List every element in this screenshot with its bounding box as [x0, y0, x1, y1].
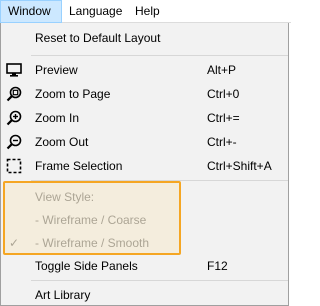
menu-item-zoom-in[interactable]: Zoom In Ctrl+= [1, 106, 288, 130]
menu-item-label: Toggle Side Panels [35, 259, 138, 273]
menu-window-label: Window [8, 4, 51, 18]
menu-item-frame-selection[interactable]: Frame Selection Ctrl+Shift+A [1, 154, 288, 178]
menu-item-label: Zoom In [35, 111, 80, 125]
menu-item-shortcut: Ctrl+= [207, 111, 240, 125]
menu-window[interactable]: Window [0, 0, 62, 23]
menu-item-label: Zoom Out [35, 135, 89, 149]
menu-item-art-library[interactable]: Art Library [1, 283, 288, 306]
menu-item-toggle-side-panels[interactable]: Toggle Side Panels F12 [1, 254, 288, 278]
window-menu-dropdown: Reset to Default Layout Preview Alt+P Zo… [0, 23, 289, 306]
monitor-icon [6, 62, 22, 78]
zoom-out-icon [6, 134, 22, 150]
menu-item-label: Frame Selection [35, 159, 123, 173]
menu-item-shortcut: Ctrl+- [207, 135, 237, 149]
menu-bar: Window Language Help [0, 0, 291, 23]
menu-item-shortcut: Alt+P [207, 63, 237, 77]
menu-item-shortcut: Ctrl+0 [207, 87, 240, 101]
menu-item-shortcut: Ctrl+Shift+A [207, 159, 272, 173]
menu-separator [31, 55, 288, 56]
menu-help[interactable]: Help [128, 0, 167, 23]
menu-item-shortcut: F12 [207, 259, 228, 273]
menu-item-label: Preview [35, 63, 78, 77]
menu-item-zoom-to-page[interactable]: Zoom to Page Ctrl+0 [1, 82, 288, 106]
zoom-page-icon [6, 86, 22, 102]
zoom-in-icon [6, 110, 22, 126]
menu-item-label: Reset to Default Layout [35, 31, 161, 45]
menu-language-label: Language [69, 4, 123, 18]
view-style-highlight-box [3, 181, 181, 255]
menu-separator [31, 280, 288, 281]
menu-item-label: Zoom to Page [35, 87, 111, 101]
menu-item-reset-layout[interactable]: Reset to Default Layout [1, 26, 288, 50]
frame-selection-icon [6, 158, 22, 174]
menu-item-zoom-out[interactable]: Zoom Out Ctrl+- [1, 130, 288, 154]
menu-item-preview[interactable]: Preview Alt+P [1, 58, 288, 82]
menu-item-label: Art Library [35, 288, 91, 302]
menu-language[interactable]: Language [62, 0, 129, 23]
menu-help-label: Help [135, 4, 160, 18]
